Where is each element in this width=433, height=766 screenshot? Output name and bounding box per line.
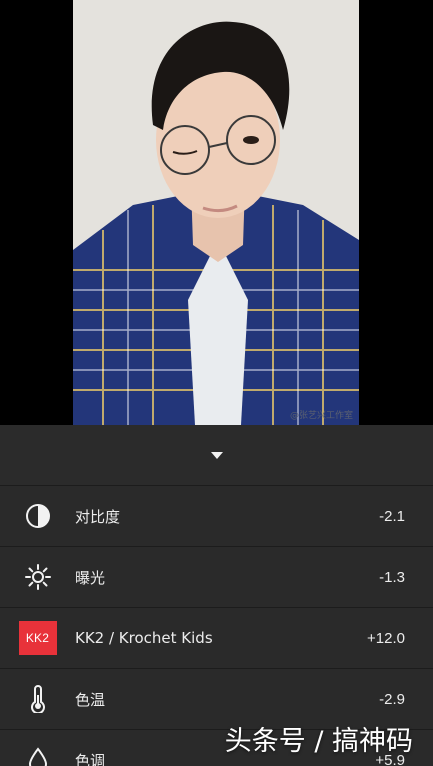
drop-icon xyxy=(0,730,75,766)
adjustment-value: -1.3 xyxy=(379,568,405,586)
photo-watermark: @张艺兴工作室 xyxy=(289,411,353,421)
adjustment-value: -2.9 xyxy=(379,690,405,708)
collapse-panel-button[interactable] xyxy=(197,440,237,470)
exposure-icon xyxy=(0,547,75,608)
caret-down-icon xyxy=(210,451,223,459)
portrait-image xyxy=(73,0,359,425)
photo-preview[interactable]: @张艺兴工作室 xyxy=(73,0,359,425)
adjustment-label: 色温 xyxy=(75,690,106,709)
adjustment-label: 曝光 xyxy=(75,568,106,587)
source-watermark: 头条号 / 搞神码 xyxy=(224,726,413,757)
contrast-icon xyxy=(0,486,75,547)
adjustment-value: +12.0 xyxy=(367,629,405,647)
adjustment-row-contrast[interactable]: 对比度 -2.1 xyxy=(0,485,433,546)
preset-badge: KK2 xyxy=(18,621,57,655)
thermometer-icon xyxy=(0,669,75,730)
adjustments-panel: 对比度 -2.1 曝光 -1.3 KK2 KK2 / Krochet Kids … xyxy=(0,425,433,766)
adjustment-value: -2.1 xyxy=(379,507,405,525)
adjustment-row-exposure[interactable]: 曝光 -1.3 xyxy=(0,546,433,607)
adjustment-label: 对比度 xyxy=(75,507,121,526)
adjustment-row-preset-kk2[interactable]: KK2 KK2 / Krochet Kids +12.0 xyxy=(0,607,433,668)
kk2-preset-icon: KK2 xyxy=(0,608,75,669)
adjustment-label: KK2 / Krochet Kids xyxy=(75,629,213,647)
panel-header xyxy=(0,425,433,485)
photo-preview-area: @张艺兴工作室 xyxy=(0,0,433,425)
